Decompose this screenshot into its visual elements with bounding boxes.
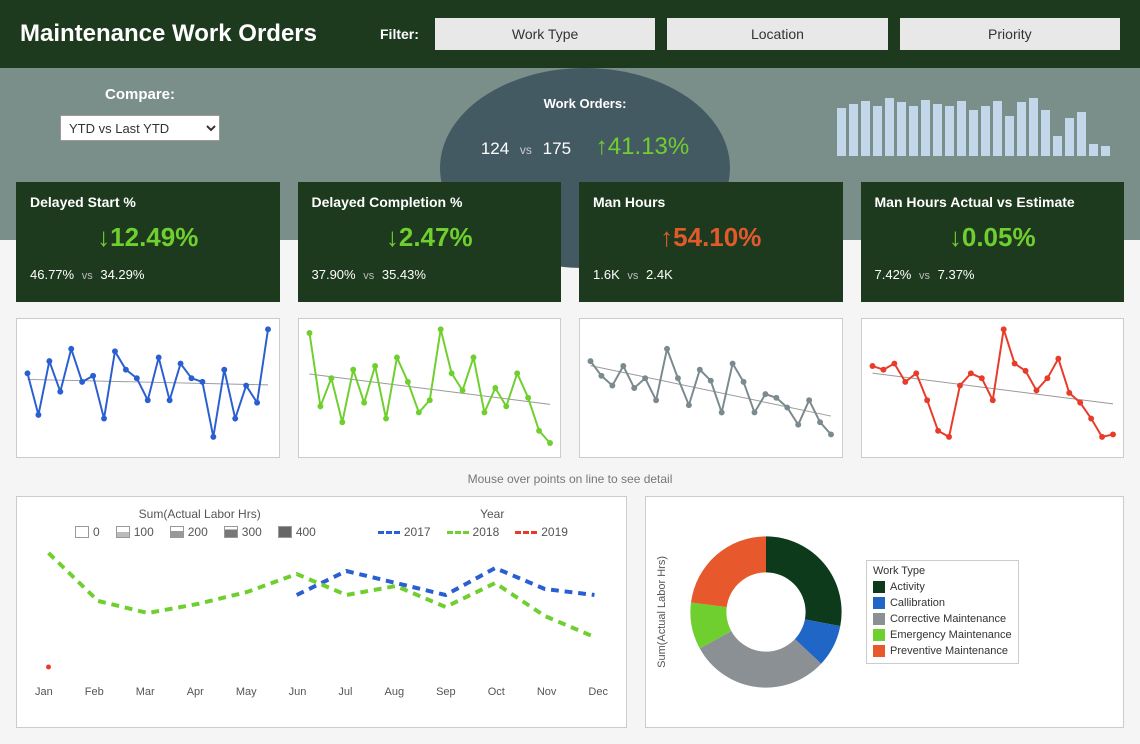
- filter-label: Filter:: [380, 26, 419, 42]
- kpi-b: 7.37%: [938, 267, 975, 282]
- kpi-man-hours-estimate[interactable]: Man Hours Actual vs Estimate ↓0.05% 7.42…: [861, 182, 1125, 302]
- sparkline-delayed-completion[interactable]: [298, 318, 562, 458]
- vs-label: vs: [82, 270, 93, 282]
- month-axis: JanFebMarAprMayJunJulAugSepOctNovDec: [29, 686, 614, 698]
- kpi-a: 37.90%: [312, 267, 356, 282]
- kpi-b: 34.29%: [100, 267, 144, 282]
- kpi-b: 2.4K: [646, 267, 673, 282]
- size-legend-item: 100: [134, 525, 154, 539]
- pie-legend-title: Work Type: [873, 565, 1012, 577]
- kpi-pct: ↑54.10%: [593, 222, 829, 253]
- year-legend-item: 2019: [541, 525, 568, 539]
- size-legend-item: 400: [296, 525, 316, 539]
- filter-priority-button[interactable]: Priority: [900, 18, 1120, 50]
- kpi-compare: 46.77% vs 34.29%: [30, 267, 266, 282]
- kpi-b: 35.43%: [382, 267, 426, 282]
- vs-label: vs: [363, 270, 374, 282]
- sparkline-man-hours[interactable]: [579, 318, 843, 458]
- kpi-a: 46.77%: [30, 267, 74, 282]
- legend-size-title: Sum(Actual Labor Hrs): [139, 507, 261, 521]
- kpi-compare: 37.90% vs 35.43%: [312, 267, 548, 282]
- monthly-labor-chart[interactable]: Sum(Actual Labor Hrs) Year 0 100 200 300…: [16, 496, 627, 728]
- size-legend-item: 300: [242, 525, 262, 539]
- kpi-a: 1.6K: [593, 267, 620, 282]
- worktype-pie-chart[interactable]: Sum(Actual Labor Hrs) Work Type Activity…: [645, 496, 1124, 728]
- year-legend-item: 2018: [473, 525, 500, 539]
- work-orders-b: 175: [543, 139, 571, 158]
- kpi-pct: ↓2.47%: [312, 222, 548, 253]
- kpi-pct: ↓0.05%: [875, 222, 1111, 253]
- kpi-a: 7.42%: [875, 267, 912, 282]
- kpi-row: Delayed Start % ↓12.49% 46.77% vs 34.29%…: [16, 182, 1124, 302]
- filter-buttons: Work Type Location Priority: [435, 18, 1120, 50]
- sparkline-row: [16, 318, 1124, 458]
- work-orders-a: 124: [481, 139, 509, 158]
- legend-titles: Sum(Actual Labor Hrs) Year: [29, 507, 614, 521]
- kpi-title: Delayed Completion %: [312, 194, 548, 210]
- kpi-title: Man Hours: [593, 194, 829, 210]
- sparkline-man-hours-estimate[interactable]: [861, 318, 1125, 458]
- compare-block: Compare: YTD vs Last YTD: [0, 86, 280, 141]
- hover-hint: Mouse over points on line to see detail: [0, 472, 1140, 486]
- kpi-man-hours[interactable]: Man Hours ↑54.10% 1.6K vs 2.4K: [579, 182, 843, 302]
- compare-select[interactable]: YTD vs Last YTD: [60, 115, 220, 141]
- vs-label: vs: [627, 270, 638, 282]
- filter-worktype-button[interactable]: Work Type: [435, 18, 655, 50]
- vs-label: vs: [919, 270, 930, 282]
- kpi-compare: 1.6K vs 2.4K: [593, 267, 829, 282]
- kpi-delayed-start[interactable]: Delayed Start % ↓12.49% 46.77% vs 34.29%: [16, 182, 280, 302]
- bottom-charts: Sum(Actual Labor Hrs) Year 0 100 200 300…: [16, 496, 1124, 728]
- work-orders-sparkbars: [837, 98, 1110, 156]
- kpi-title: Delayed Start %: [30, 194, 266, 210]
- pie-legend: Work Type ActivityCallibrationCorrective…: [866, 560, 1019, 664]
- sparkline-delayed-start[interactable]: [16, 318, 280, 458]
- kpi-compare: 7.42% vs 7.37%: [875, 267, 1111, 282]
- pie-ylabel: Sum(Actual Labor Hrs): [656, 556, 668, 668]
- size-legend-item: 0: [93, 525, 100, 539]
- kpi-delayed-completion[interactable]: Delayed Completion % ↓2.47% 37.90% vs 35…: [298, 182, 562, 302]
- legend-year-title: Year: [480, 507, 504, 521]
- filter-location-button[interactable]: Location: [667, 18, 887, 50]
- header: Maintenance Work Orders Filter: Work Typ…: [0, 0, 1140, 68]
- vs-label: vs: [520, 143, 532, 157]
- size-legend-item: 200: [188, 525, 208, 539]
- compare-label: Compare:: [0, 86, 280, 103]
- legends: 0 100 200 300 400 2017 2018 2019: [29, 525, 614, 539]
- year-legend-item: 2017: [404, 525, 431, 539]
- kpi-title: Man Hours Actual vs Estimate: [875, 194, 1111, 210]
- page-title: Maintenance Work Orders: [20, 20, 380, 48]
- kpi-pct: ↓12.49%: [30, 222, 266, 253]
